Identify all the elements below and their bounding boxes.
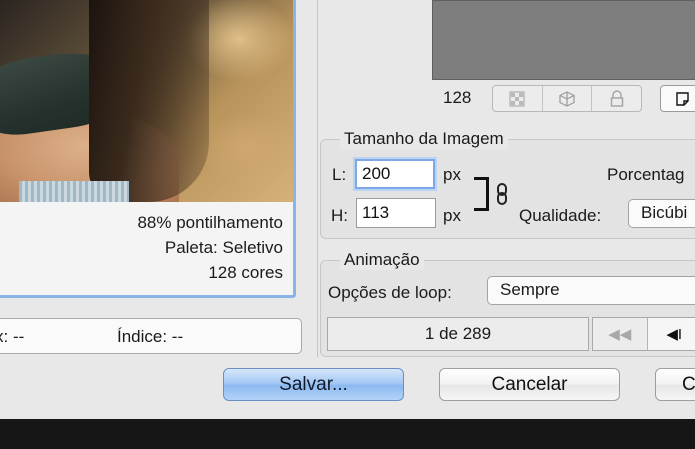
previous-frame-button[interactable]: ◀I xyxy=(646,318,695,350)
optimized-preview-panel[interactable]: 88% pontilhamento Paleta: Seletivo 128 c… xyxy=(0,0,296,298)
width-unit: px xyxy=(443,165,461,184)
web-snap-tool[interactable] xyxy=(543,86,593,111)
screen-bottom-edge xyxy=(0,419,695,449)
frame-counter: 1 de 289 xyxy=(327,317,589,351)
dither-info: 88% pontilhamento xyxy=(137,213,283,232)
checker-icon xyxy=(509,91,525,106)
lock-icon xyxy=(610,89,623,107)
quality-select[interactable]: Bicúbi xyxy=(628,199,695,228)
loop-select[interactable]: Sempre xyxy=(487,276,695,305)
preview-image xyxy=(0,0,293,202)
width-input[interactable] xyxy=(355,159,435,189)
preview-hair-region xyxy=(89,0,209,202)
width-label: L: xyxy=(332,165,347,184)
color-table-preview xyxy=(432,0,695,80)
constrain-bracket xyxy=(474,177,489,211)
percent-label: Porcentag xyxy=(607,165,685,184)
panel-divider xyxy=(317,0,318,357)
height-label: H: xyxy=(331,206,348,225)
quality-label: Qualidade: xyxy=(519,206,602,225)
height-unit: px xyxy=(443,206,461,225)
index-label: Índice: -- xyxy=(117,327,184,346)
height-input[interactable] xyxy=(356,198,436,228)
save-button[interactable]: Salvar... xyxy=(223,368,404,401)
frame-navigation: ◀◀ ◀I xyxy=(592,317,695,351)
cube-icon xyxy=(559,90,575,107)
color-status-field: x: -- Índice: -- xyxy=(0,318,302,354)
done-button[interactable]: C xyxy=(655,368,695,401)
chain-link-icon[interactable] xyxy=(495,183,509,205)
palette-info: Paleta: Seletivo xyxy=(164,238,283,257)
status-partial-label: x: -- xyxy=(0,327,25,346)
loop-options-label: Opções de loop: xyxy=(328,283,452,302)
color-table-tools xyxy=(492,85,642,112)
colors-info: 128 cores xyxy=(208,263,283,282)
lock-color-tool[interactable] xyxy=(592,86,641,111)
cancel-button[interactable]: Cancelar xyxy=(439,368,620,401)
image-size-title: Tamanho da Imagem xyxy=(340,129,508,149)
transparency-tool[interactable] xyxy=(493,86,543,111)
step-back-icon: ◀I xyxy=(666,326,683,343)
first-frame-button[interactable]: ◀◀ xyxy=(593,318,647,350)
preview-collar-region xyxy=(19,181,129,202)
page-icon xyxy=(676,92,689,106)
color-count-label: 128 xyxy=(443,88,472,107)
rewind-icon: ◀◀ xyxy=(608,326,632,343)
new-color-button[interactable] xyxy=(660,85,695,112)
animation-title: Animação xyxy=(340,250,424,270)
